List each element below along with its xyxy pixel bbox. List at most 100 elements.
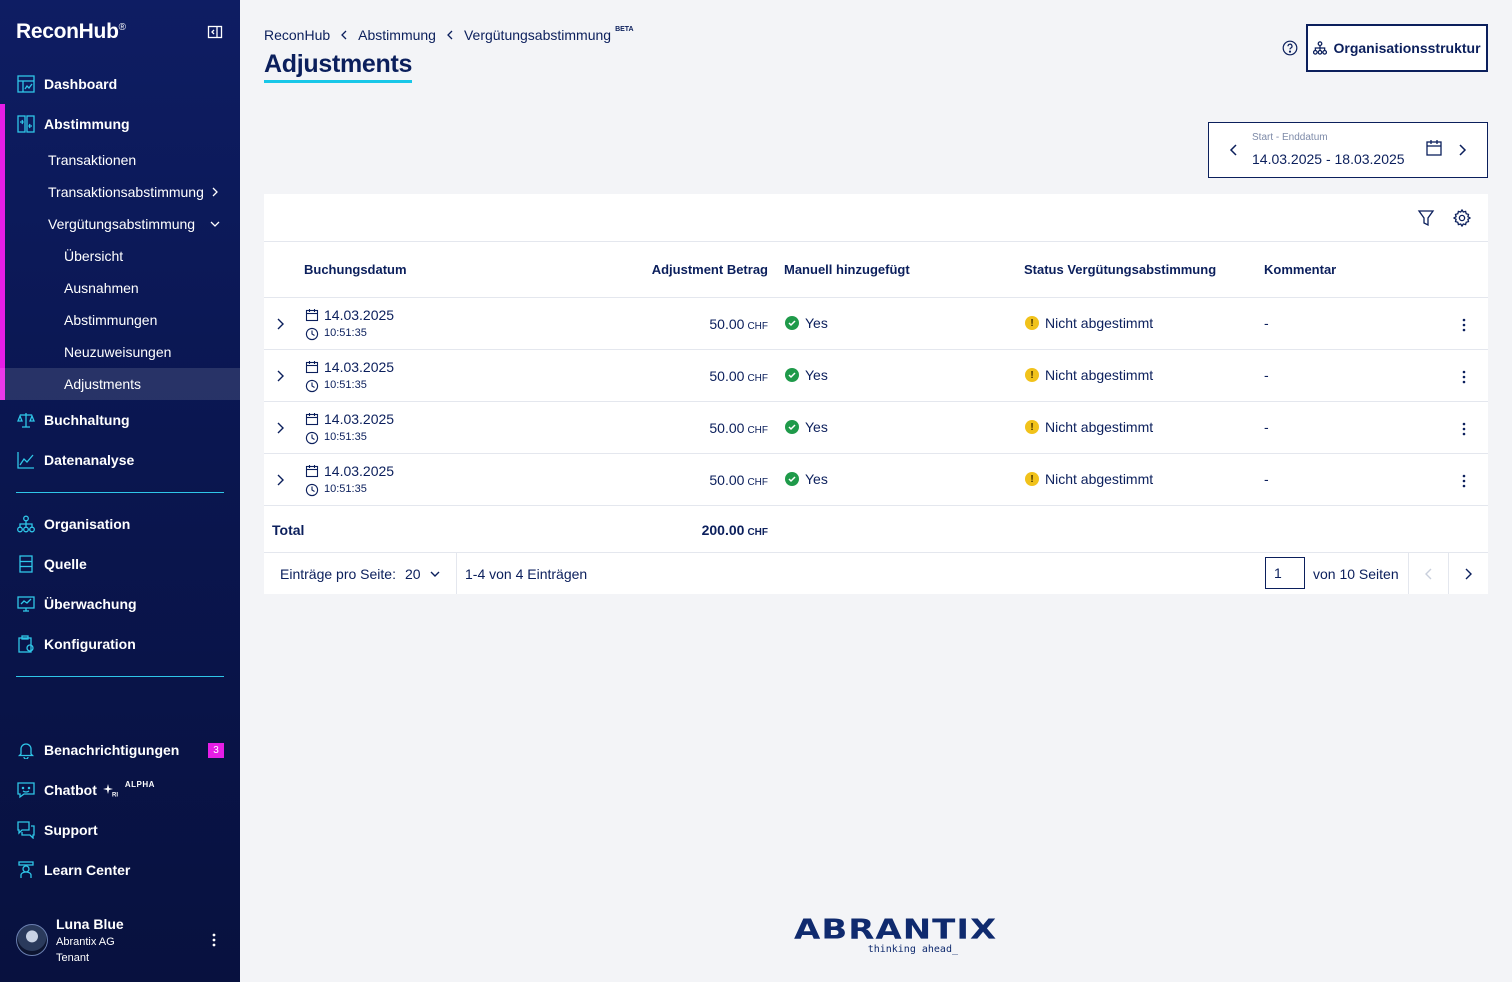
monitor-icon <box>16 594 36 614</box>
chevron-left-icon[interactable] <box>1225 141 1243 159</box>
booking-time: 10:51:35 <box>324 379 367 391</box>
calendar-icon[interactable] <box>1425 139 1443 157</box>
calendar-icon <box>305 361 319 374</box>
sidebar-divider <box>16 492 224 493</box>
booking-date: 14.03.2025 <box>324 411 395 427</box>
nav-chatbot-label: Chatbot <box>44 782 97 798</box>
chevron-left-icon <box>447 30 453 40</box>
date-range-value[interactable]: 14.03.2025 - 18.03.2025 <box>1252 151 1405 167</box>
table-divider <box>264 241 1488 242</box>
comment: - <box>1264 367 1269 383</box>
nav-quelle-label: Quelle <box>44 556 87 572</box>
nav-transaktionen-label: Transaktionen <box>48 152 137 168</box>
table-row[interactable]: 14.03.2025 10:51:35 50.00 CHF Yes ! Nicht … <box>264 402 1488 454</box>
org-tree-icon <box>16 514 36 534</box>
nav-organisation[interactable]: Organisation <box>0 504 240 544</box>
user-profile[interactable]: Luna Blue Abrantix AG Tenant <box>16 914 226 968</box>
nav-quelle[interactable]: Quelle <box>0 544 240 584</box>
next-page-button[interactable] <box>1448 553 1488 594</box>
collapse-sidebar-icon[interactable] <box>207 24 223 40</box>
nav-ausnahmen[interactable]: Ausnahmen <box>0 272 240 304</box>
help-icon[interactable] <box>1282 40 1298 56</box>
nav-uebersicht[interactable]: Übersicht <box>0 240 240 272</box>
table-row[interactable]: 14.03.2025 10:51:35 50.00 CHF Yes ! Nicht … <box>264 298 1488 350</box>
column-header-comment[interactable]: Kommentar <box>1264 262 1336 277</box>
gear-icon[interactable] <box>1453 209 1471 227</box>
table-row[interactable]: 14.03.2025 10:51:35 50.00 CHF Yes ! Nicht … <box>264 454 1488 506</box>
logo-tagline: thinking ahead_ <box>867 944 958 955</box>
bell-icon <box>16 740 36 760</box>
chevron-right-icon[interactable] <box>1453 141 1471 159</box>
booking-date: 14.03.2025 <box>324 463 395 479</box>
manual-added: Yes <box>785 367 828 383</box>
nav-adjustments[interactable]: Adjustments <box>0 368 240 400</box>
entries-range: 1-4 von 4 Einträgen <box>465 566 588 582</box>
column-header-manual[interactable]: Manuell hinzugefügt <box>784 262 910 277</box>
user-name: Luna Blue <box>56 916 124 932</box>
nav-transaktionsabstimmung[interactable]: Transaktionsabstimmung <box>0 176 240 208</box>
nav-konfiguration[interactable]: Konfiguration <box>0 624 240 664</box>
date-range-picker[interactable]: Start - Enddatum 14.03.2025 - 18.03.2025 <box>1208 122 1488 178</box>
nav-abstimmung-label: Abstimmung <box>44 116 130 132</box>
expand-row-icon[interactable] <box>273 317 287 331</box>
chevron-down-icon <box>430 571 440 577</box>
check-circle-icon <box>785 368 799 382</box>
calendar-icon <box>305 465 319 478</box>
reconciliation-status: ! Nicht abgestimmt <box>1025 471 1153 487</box>
abrantix-logo: abrantix thinking ahead_ <box>794 908 996 955</box>
nav-konfiguration-label: Konfiguration <box>44 636 136 652</box>
reconciliation-status: ! Nicht abgestimmt <box>1025 419 1153 435</box>
filter-icon[interactable] <box>1417 209 1435 227</box>
column-header-date[interactable]: Buchungsdatum <box>304 262 407 277</box>
chevron-right-icon <box>1465 568 1472 579</box>
organisation-structure-button[interactable]: Organisationsstruktur <box>1306 24 1488 72</box>
avatar <box>16 924 48 956</box>
nav-dashboard[interactable]: Dashboard <box>0 64 240 104</box>
nav-abstimmungen[interactable]: Abstimmungen <box>0 304 240 336</box>
dashboard-icon <box>16 74 36 94</box>
nav-verguetungsabstimmung[interactable]: Vergütungsabstimmung <box>0 208 240 240</box>
nav-neuzuweisungen-label: Neuzuweisungen <box>64 344 172 360</box>
table-row[interactable]: 14.03.2025 10:51:35 50.00 CHF Yes ! Nicht … <box>264 350 1488 402</box>
nav-learn-center-label: Learn Center <box>44 862 131 878</box>
booking-date: 14.03.2025 <box>324 307 395 323</box>
breadcrumb-verguetungsabstimmung[interactable]: Vergütungsabstimmung <box>464 27 611 43</box>
previous-page-button[interactable] <box>1409 553 1449 594</box>
breadcrumb-abstimmung[interactable]: Abstimmung <box>358 27 436 43</box>
page-number-input[interactable] <box>1265 557 1305 589</box>
more-vertical-icon[interactable] <box>208 932 220 948</box>
nav-support-label: Support <box>44 822 98 838</box>
more-vertical-icon[interactable] <box>1458 421 1470 437</box>
sparkle-ai-icon: RI <box>102 784 118 798</box>
breadcrumb-reconhub[interactable]: ReconHub <box>264 27 330 43</box>
chevron-left-icon <box>1425 568 1432 579</box>
expand-row-icon[interactable] <box>273 369 287 383</box>
expand-row-icon[interactable] <box>273 473 287 487</box>
nav-support[interactable]: Support <box>0 810 240 850</box>
nav-buchhaltung[interactable]: Buchhaltung <box>0 400 240 440</box>
warning-icon: ! <box>1025 316 1039 330</box>
nav-neuzuweisungen[interactable]: Neuzuweisungen <box>0 336 240 368</box>
nav-transaktionen[interactable]: Transaktionen <box>0 144 240 176</box>
expand-row-icon[interactable] <box>273 421 287 435</box>
per-page-select[interactable]: 20 <box>405 566 441 582</box>
column-header-amount[interactable]: Adjustment Betrag <box>652 262 768 277</box>
nav-learn-center[interactable]: Learn Center <box>0 850 240 890</box>
check-circle-icon <box>785 420 799 434</box>
adjustments-table: Buchungsdatum Adjustment Betrag Manuell … <box>264 194 1488 594</box>
booking-time: 10:51:35 <box>324 327 367 339</box>
nav-benachrichtigungen[interactable]: Benachrichtigungen 3 <box>0 730 240 770</box>
nav-datenanalyse[interactable]: Datenanalyse <box>0 440 240 480</box>
more-vertical-icon[interactable] <box>1458 369 1470 385</box>
chevron-left-icon <box>341 30 347 40</box>
nav-chatbot[interactable]: Chatbot RI ALPHA <box>0 770 240 810</box>
column-header-status[interactable]: Status Vergütungsabstimmung <box>1024 262 1216 277</box>
more-vertical-icon[interactable] <box>1458 473 1470 489</box>
svg-text:RI: RI <box>112 793 118 798</box>
nav-ueberwachung[interactable]: Überwachung <box>0 584 240 624</box>
nav-organisation-label: Organisation <box>44 516 131 532</box>
page-title: Adjustments <box>264 50 412 83</box>
brand-logo[interactable]: ReconHub® <box>16 20 126 44</box>
more-vertical-icon[interactable] <box>1458 317 1470 333</box>
nav-abstimmung[interactable]: Abstimmung <box>0 104 240 144</box>
